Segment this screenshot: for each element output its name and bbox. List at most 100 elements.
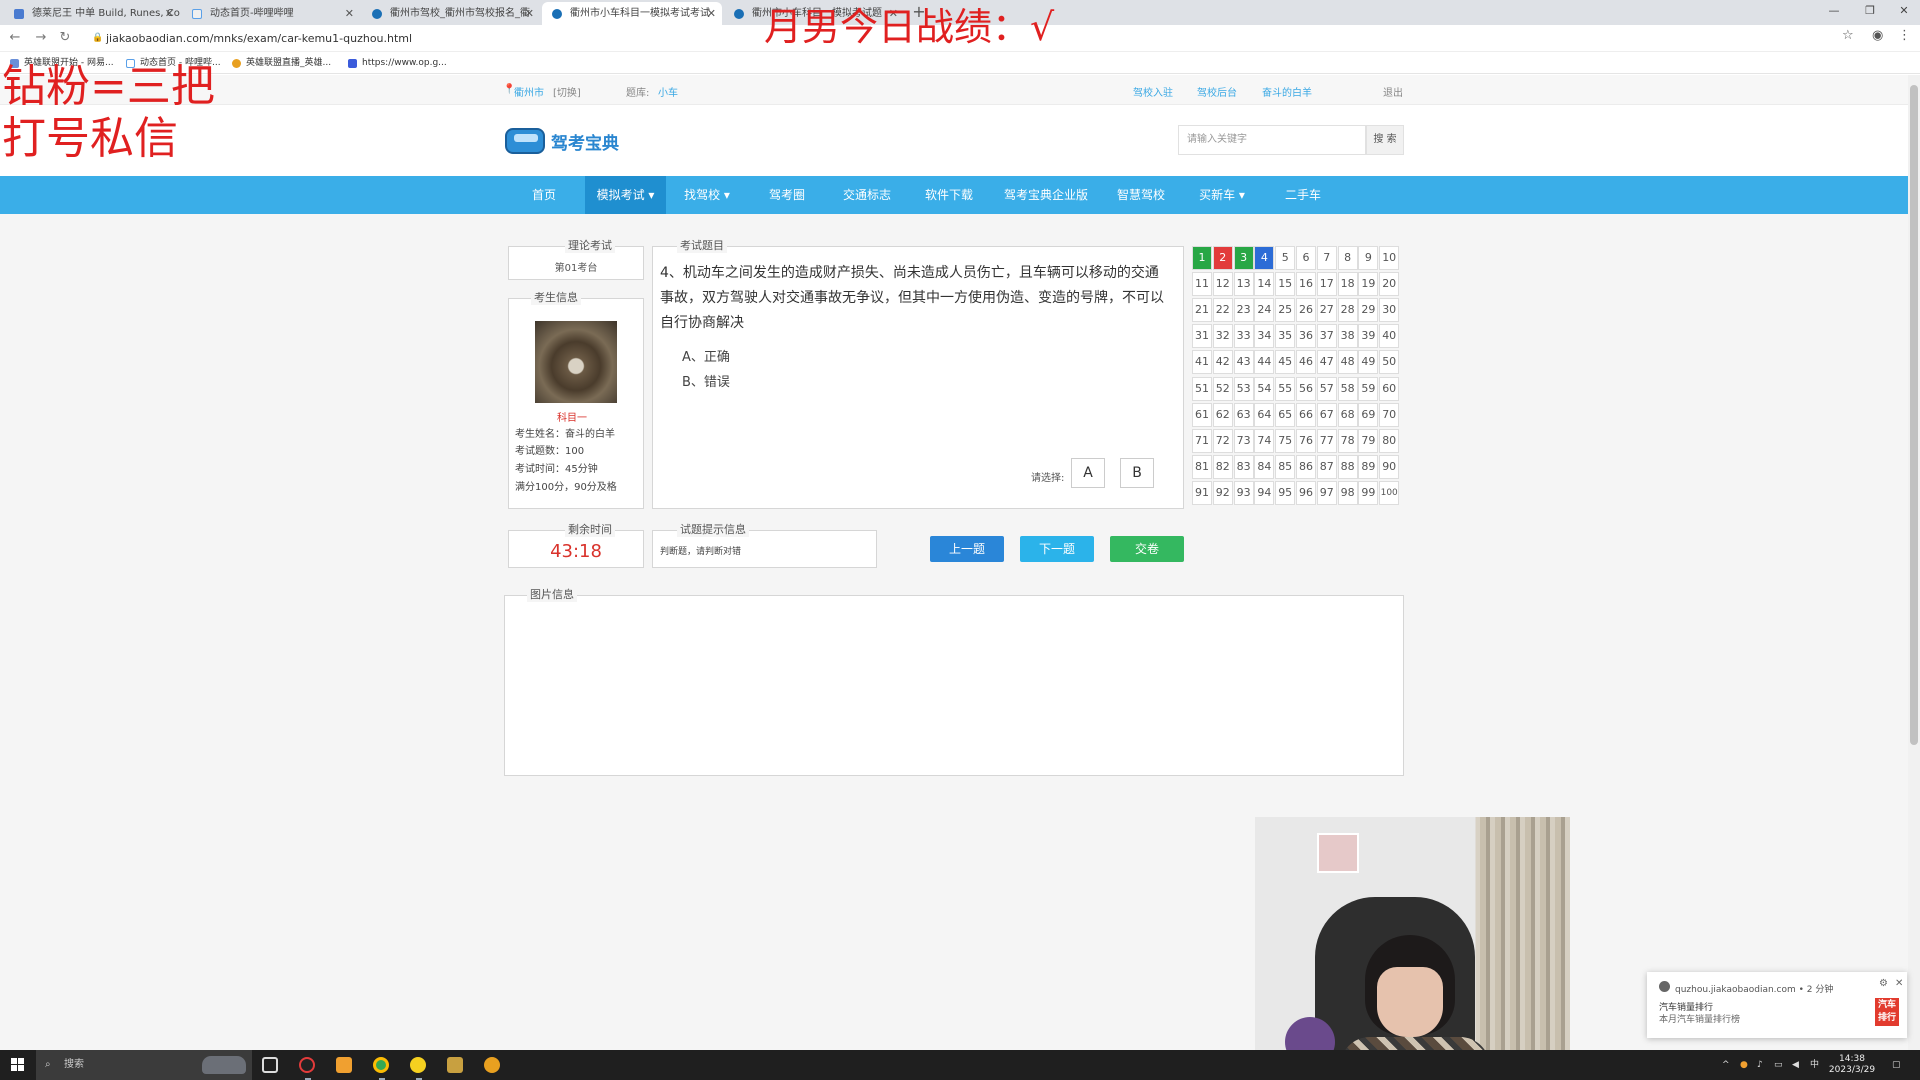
menu-icon[interactable]: ⋮ (1898, 28, 1911, 43)
chrome-icon[interactable] (373, 1057, 389, 1073)
question-number-cell[interactable]: 74 (1254, 428, 1275, 453)
app-icon-recorder[interactable] (299, 1057, 315, 1073)
network-icon[interactable]: ▭ (1774, 1050, 1783, 1080)
close-icon[interactable]: ✕ (707, 2, 716, 25)
question-number-cell[interactable]: 10 (1379, 246, 1400, 270)
option-a[interactable]: A、正确 (682, 346, 730, 365)
question-number-cell[interactable]: 59 (1358, 376, 1379, 401)
question-number-cell[interactable]: 95 (1275, 480, 1296, 505)
volume-icon[interactable]: ◀ (1792, 1050, 1799, 1080)
question-number-cell[interactable]: 35 (1275, 324, 1296, 349)
question-number-cell[interactable]: 37 (1316, 324, 1337, 349)
question-number-cell[interactable]: 52 (1212, 376, 1233, 401)
question-number-cell[interactable]: 83 (1233, 454, 1254, 479)
question-number-cell[interactable]: 91 (1192, 480, 1212, 505)
close-icon[interactable]: ✕ (1895, 978, 1903, 989)
option-b[interactable]: B、错误 (682, 371, 730, 390)
answer-a-button[interactable]: A (1071, 458, 1105, 488)
close-icon[interactable]: ✕ (525, 2, 534, 25)
question-number-cell[interactable]: 72 (1212, 428, 1233, 453)
task-view-icon[interactable] (262, 1057, 278, 1073)
question-number-cell[interactable]: 34 (1254, 324, 1275, 349)
question-number-cell[interactable]: 23 (1233, 298, 1254, 323)
settings-gear-icon[interactable]: ⚙ (1879, 978, 1888, 989)
question-number-cell[interactable]: 36 (1296, 324, 1316, 349)
nav-download[interactable]: 软件下载 (914, 176, 984, 214)
scrollbar-thumb[interactable] (1910, 85, 1918, 745)
question-number-cell[interactable]: 93 (1233, 480, 1254, 505)
nav-new-car[interactable]: 买新车 ▾ (1186, 176, 1258, 214)
question-number-cell[interactable]: 56 (1296, 376, 1316, 401)
question-number-cell[interactable]: 80 (1379, 428, 1400, 453)
close-icon[interactable]: ✕ (345, 2, 354, 25)
question-number-cell[interactable]: 89 (1358, 454, 1379, 479)
question-number-cell[interactable]: 46 (1296, 350, 1316, 375)
link-text[interactable]: 驾校入驻 (1133, 88, 1173, 99)
back-icon[interactable]: ← (6, 29, 24, 47)
page-scrollbar[interactable] (1908, 75, 1920, 1050)
nav-mock-exam[interactable]: 模拟考试 ▾ (585, 176, 666, 214)
question-number-cell[interactable]: 16 (1296, 272, 1316, 297)
question-number-cell[interactable]: 17 (1316, 272, 1337, 297)
question-number-cell[interactable]: 3 (1233, 246, 1254, 270)
question-number-cell[interactable]: 26 (1296, 298, 1316, 323)
question-bank-value[interactable]: 小车 (658, 84, 678, 99)
question-number-cell[interactable]: 76 (1296, 428, 1316, 453)
windows-start-icon[interactable] (11, 1058, 25, 1072)
question-number-cell[interactable]: 5 (1275, 246, 1296, 270)
question-number-cell[interactable]: 63 (1233, 402, 1254, 427)
question-number-cell[interactable]: 85 (1275, 454, 1296, 479)
bookmark-item[interactable]: 英雄联盟直播_英雄... (232, 55, 331, 71)
question-number-cell[interactable]: 70 (1379, 402, 1400, 427)
question-number-cell[interactable]: 78 (1337, 428, 1358, 453)
question-number-cell[interactable]: 99 (1358, 480, 1379, 505)
link-text[interactable]: 奋斗的白羊 (1262, 88, 1312, 99)
question-number-cell[interactable]: 81 (1192, 454, 1212, 479)
submit-exam-button[interactable]: 交卷 (1110, 536, 1184, 562)
question-number-cell[interactable]: 65 (1275, 402, 1296, 427)
question-number-cell[interactable]: 27 (1316, 298, 1337, 323)
question-number-cell[interactable]: 48 (1337, 350, 1358, 375)
question-number-cell[interactable]: 40 (1379, 324, 1400, 349)
question-number-cell[interactable]: 29 (1358, 298, 1379, 323)
nav-used-car[interactable]: 二手车 (1270, 176, 1336, 214)
question-number-cell[interactable]: 97 (1316, 480, 1337, 505)
question-number-cell[interactable]: 82 (1212, 454, 1233, 479)
question-number-cell[interactable]: 1 (1192, 246, 1212, 270)
question-number-cell[interactable]: 24 (1254, 298, 1275, 323)
topbar-link-username[interactable]: 奋斗的白羊 (1262, 84, 1312, 99)
question-number-cell[interactable]: 79 (1358, 428, 1379, 453)
question-number-cell[interactable]: 7 (1316, 246, 1337, 270)
question-number-cell[interactable]: 14 (1254, 272, 1275, 297)
bank-value-link[interactable]: 小车 (658, 88, 678, 99)
question-number-cell[interactable]: 21 (1192, 298, 1212, 323)
question-number-cell[interactable]: 67 (1316, 402, 1337, 427)
reload-icon[interactable]: ↻ (56, 29, 74, 47)
search-button[interactable]: 搜 索 (1366, 125, 1404, 155)
nav-smart-school[interactable]: 智慧驾校 (1108, 176, 1174, 214)
question-number-cell[interactable]: 33 (1233, 324, 1254, 349)
question-number-cell[interactable]: 41 (1192, 350, 1212, 375)
question-number-cell[interactable]: 92 (1212, 480, 1233, 505)
question-number-cell[interactable]: 39 (1358, 324, 1379, 349)
question-number-cell[interactable]: 68 (1337, 402, 1358, 427)
browser-tab[interactable]: 动态首页-哔哩哔哩 ✕ (182, 2, 360, 25)
notification-center-icon[interactable]: ▢ (1892, 1050, 1901, 1080)
nav-enterprise[interactable]: 驾考宝典企业版 (996, 176, 1096, 214)
tray-chevron-icon[interactable]: ^ (1722, 1050, 1730, 1080)
prev-question-button[interactable]: 上一题 (930, 536, 1004, 562)
app-icon-yellow[interactable] (410, 1057, 426, 1073)
question-number-cell[interactable]: 87 (1316, 454, 1337, 479)
nav-traffic-signs[interactable]: 交通标志 (834, 176, 900, 214)
question-number-cell[interactable]: 66 (1296, 402, 1316, 427)
logout-link[interactable]: 退出 (1383, 84, 1403, 99)
question-number-cell[interactable]: 25 (1275, 298, 1296, 323)
app-icon-files[interactable] (336, 1057, 352, 1073)
microphone-icon[interactable]: ♪ (1757, 1050, 1763, 1080)
question-number-cell[interactable]: 8 (1337, 246, 1358, 270)
nav-home[interactable]: 首页 (517, 176, 571, 214)
question-number-cell[interactable]: 60 (1379, 376, 1400, 401)
question-number-cell[interactable]: 9 (1358, 246, 1379, 270)
question-number-cell[interactable]: 49 (1358, 350, 1379, 375)
question-number-cell[interactable]: 71 (1192, 428, 1212, 453)
